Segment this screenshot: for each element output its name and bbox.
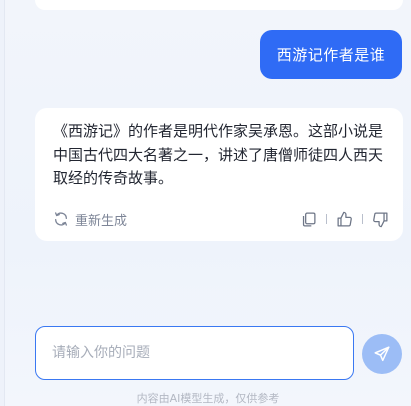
question-input-box[interactable] (35, 326, 354, 380)
send-button[interactable] (362, 334, 402, 374)
copy-icon[interactable] (300, 211, 317, 228)
divider (326, 214, 327, 224)
assistant-answer-card: 《西游记》的作者是明代作家吴承恩。这部小说是中国古代四大名著之一，讲述了唐僧师徒… (35, 108, 403, 241)
ai-disclaimer: 内容由AI模型生成，仅供参考 (136, 392, 280, 405)
assistant-answer-text: 《西游记》的作者是明代作家吴承恩。这部小说是中国古代四大名著之一，讲述了唐僧师徒… (53, 122, 384, 187)
feedback-actions (300, 211, 389, 228)
regenerate-button[interactable]: 重新生成 (53, 210, 127, 229)
answer-actions: 重新生成 (53, 208, 389, 230)
refresh-icon (53, 211, 69, 227)
divider (362, 214, 363, 224)
user-message-bubble: 西游记作者是谁 (260, 30, 402, 79)
chat-panel: 西游记作者是谁 《西游记》的作者是明代作家吴承恩。这部小说是中国古代四大名著之一… (4, 0, 411, 406)
send-icon (373, 345, 391, 363)
previous-message-card (35, 0, 403, 10)
regenerate-label: 重新生成 (75, 213, 128, 229)
thumbs-up-icon[interactable] (336, 211, 353, 228)
question-input[interactable] (52, 327, 337, 379)
thumbs-down-icon[interactable] (372, 211, 389, 228)
